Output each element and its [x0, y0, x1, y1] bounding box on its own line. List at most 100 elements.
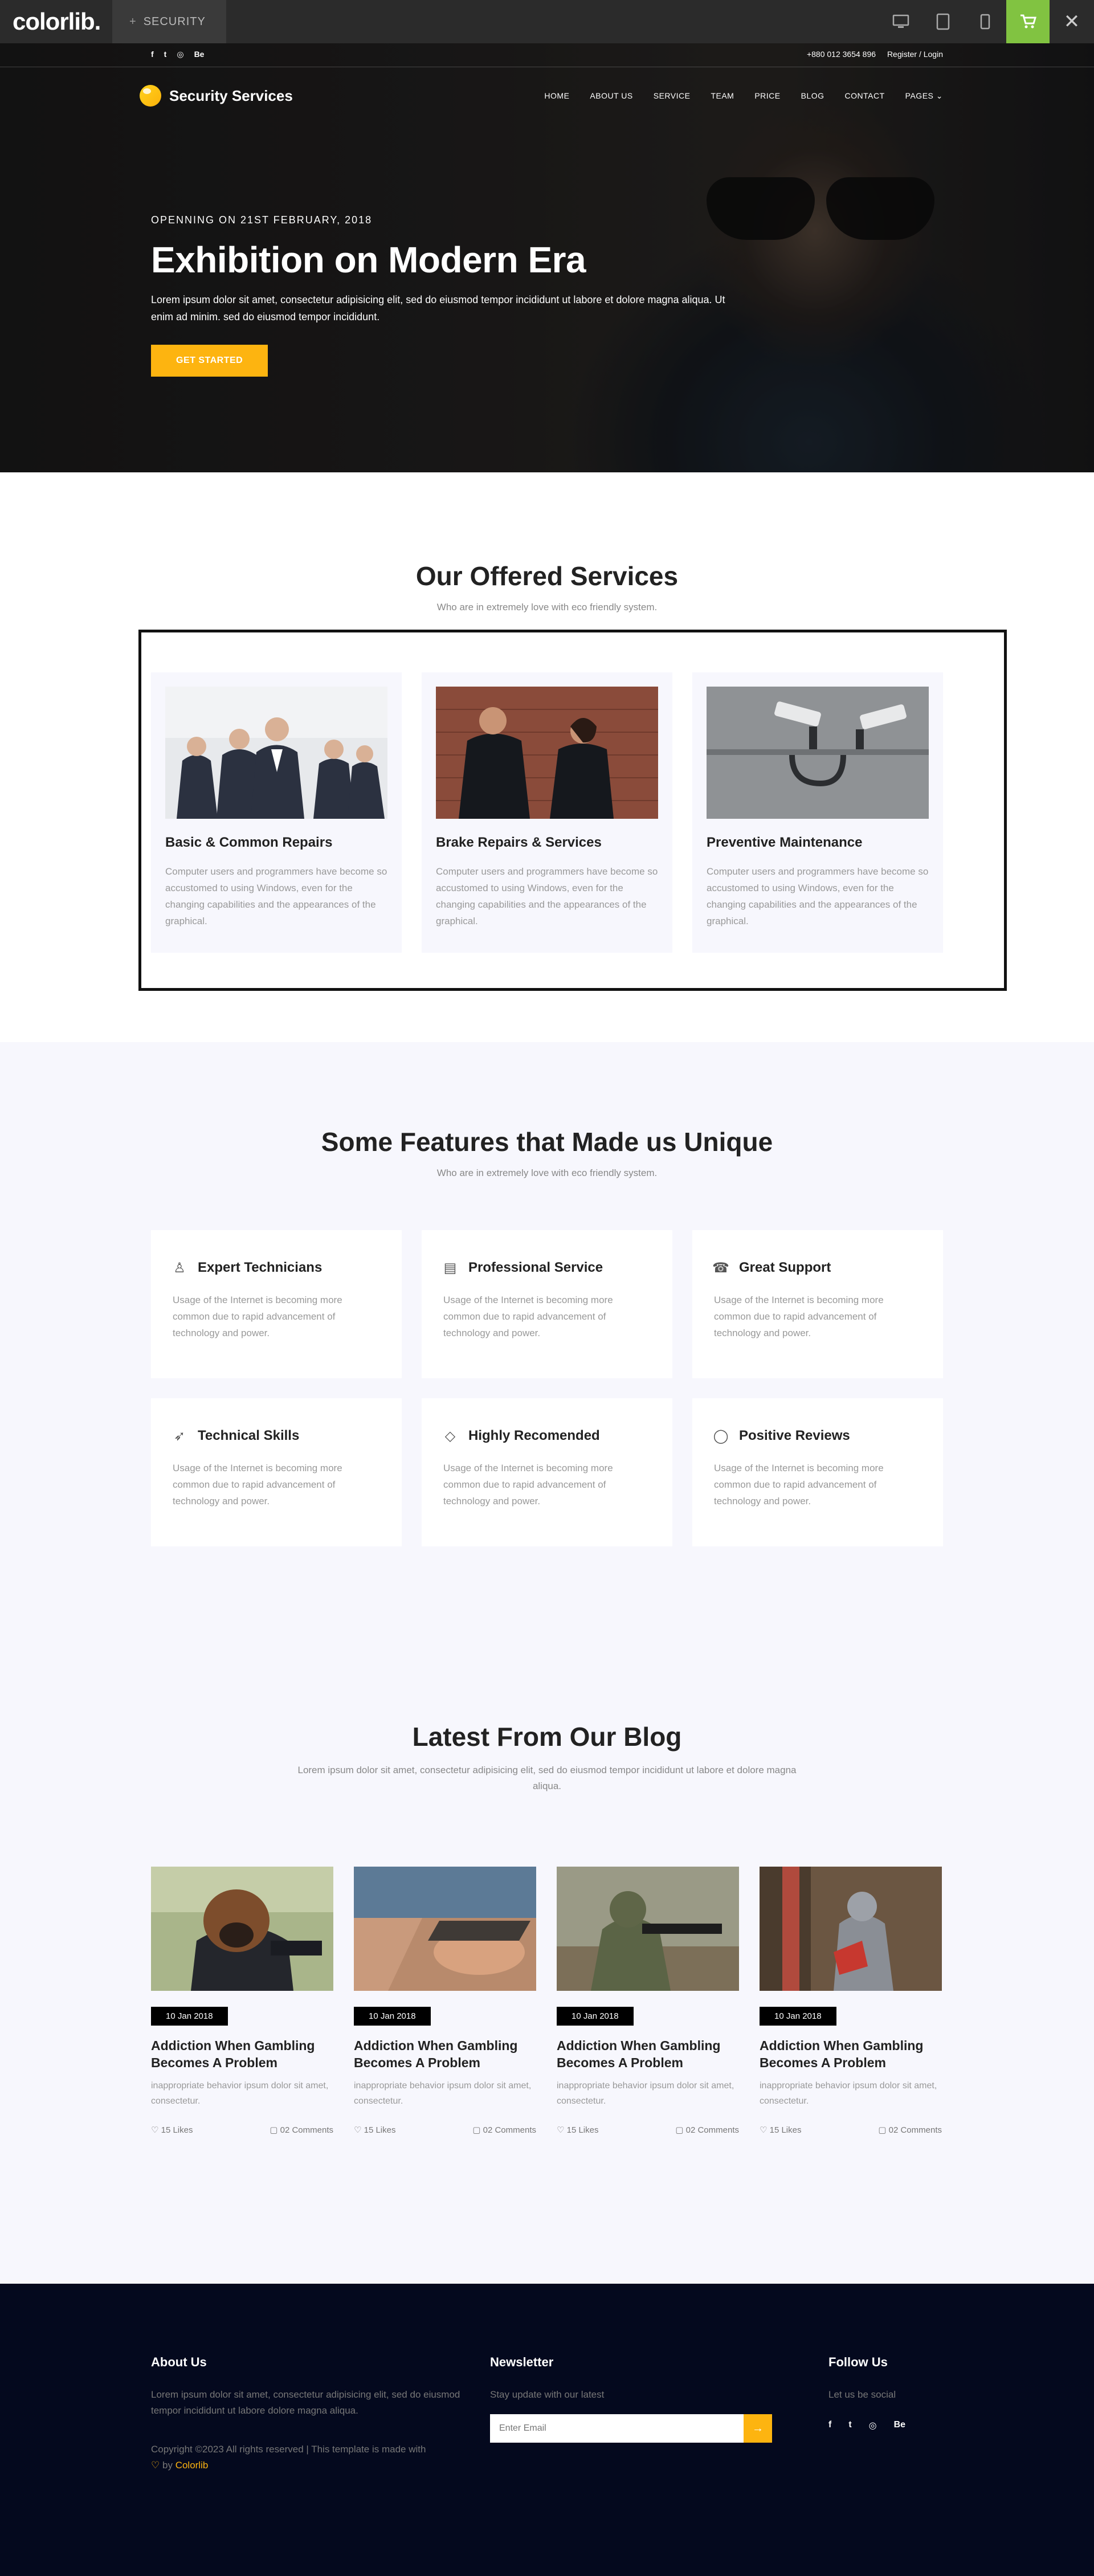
likes-count[interactable]: ♡ 15 Likes	[354, 2125, 395, 2135]
register-login-link[interactable]: Register / Login	[887, 50, 943, 59]
features-subtitle: Who are in extremely love with eco frien…	[436, 1167, 658, 1178]
tablet-icon	[936, 13, 950, 30]
nav-blog[interactable]: BLOG	[801, 91, 824, 101]
nav-home[interactable]: HOME	[544, 91, 569, 101]
mobile-view-button[interactable]	[964, 0, 1006, 43]
get-started-button[interactable]: GET STARTED	[151, 345, 268, 377]
blog-image-knight	[760, 1867, 942, 1991]
user-icon: ♙	[173, 1260, 186, 1276]
behance-icon[interactable]: Be	[894, 2420, 905, 2431]
features-grid: ♙ Expert Technicians Usage of the Intern…	[151, 1230, 943, 1546]
comments-count[interactable]: ▢ 02 Comments	[270, 2125, 333, 2135]
likes-count[interactable]: ♡ 15 Likes	[760, 2125, 801, 2135]
blog-desc: inappropriate behavior ipsum dolor sit a…	[557, 2081, 734, 2106]
feature-desc: Usage of the Internet is becoming more c…	[173, 1295, 342, 1338]
bubble-icon: ◯	[713, 1428, 729, 1444]
desktop-icon	[892, 14, 909, 28]
facebook-icon[interactable]: f	[828, 2420, 831, 2431]
desktop-view-button[interactable]	[880, 0, 922, 43]
footer-about-title: About Us	[151, 2355, 207, 2369]
blog-post-title[interactable]: Addiction When Gambling Becomes A Proble…	[151, 2037, 333, 2071]
hero-content: OPENNING ON 21ST FEBRUARY, 2018 Exhibiti…	[151, 214, 749, 377]
blog-post-title[interactable]: Addiction When Gambling Becomes A Proble…	[760, 2037, 942, 2071]
behance-icon[interactable]: Be	[194, 50, 205, 59]
service-name: Brake Repairs & Services	[436, 835, 602, 850]
main-nav: Security Services HOME ABOUT US SERVICE …	[140, 81, 943, 111]
likes-count[interactable]: ♡ 15 Likes	[151, 2125, 193, 2135]
comments-count[interactable]: ▢ 02 Comments	[675, 2125, 739, 2135]
nav-links: HOME ABOUT US SERVICE TEAM PRICE BLOG CO…	[544, 91, 943, 101]
blog-post-title[interactable]: Addiction When Gambling Becomes A Proble…	[557, 2037, 739, 2071]
mobile-icon	[980, 14, 990, 30]
service-desc: Computer users and programmers have beco…	[707, 866, 929, 926]
top-social-links: f t ◎ Be	[151, 50, 204, 59]
close-bar-button[interactable]: ✕	[1050, 0, 1094, 43]
nav-about[interactable]: ABOUT US	[590, 91, 632, 101]
site-brand[interactable]: Security Services	[140, 85, 293, 107]
demo-bar: colorlib. + SECURITY ✕	[0, 0, 1094, 43]
heart-icon: ♡	[151, 2460, 160, 2471]
subscribe-button[interactable]: →	[744, 2414, 772, 2443]
nav-contact[interactable]: CONTACT	[845, 91, 885, 101]
blog-card[interactable]: 10 Jan 2018 Addiction When Gambling Beco…	[557, 1867, 739, 2135]
facebook-icon[interactable]: f	[151, 50, 154, 59]
blog-subtitle: Lorem ipsum dolor sit amet, consectetur …	[297, 1765, 797, 1791]
comments-count[interactable]: ▢ 02 Comments	[472, 2125, 536, 2135]
feature-card: ◇ Highly Recomended Usage of the Interne…	[422, 1398, 672, 1546]
footer-follow: Follow Us Let us be social f t ◎ Be	[828, 2355, 942, 2431]
blog-card[interactable]: 10 Jan 2018 Addiction When Gambling Beco…	[354, 1867, 536, 2135]
blog-card[interactable]: 10 Jan 2018 Addiction When Gambling Beco…	[151, 1867, 333, 2135]
nav-service[interactable]: SERVICE	[654, 91, 691, 101]
feature-name: Positive Reviews	[739, 1428, 850, 1443]
dribbble-icon[interactable]: ◎	[177, 50, 183, 59]
service-desc: Computer users and programmers have beco…	[436, 866, 658, 926]
blog-card[interactable]: 10 Jan 2018 Addiction When Gambling Beco…	[760, 1867, 942, 2135]
newsletter-text: Stay update with our latest	[490, 2389, 605, 2400]
nav-pages-dropdown[interactable]: PAGES ⌄	[905, 91, 943, 101]
comments-count[interactable]: ▢ 02 Comments	[878, 2125, 942, 2135]
footer-copyright: Copyright ©2023 All rights reserved | Th…	[151, 2442, 470, 2473]
colorlib-logo[interactable]: colorlib.	[0, 0, 112, 43]
services-subtitle: Who are in extremely love with eco frien…	[436, 602, 658, 613]
theme-selector[interactable]: + SECURITY	[112, 0, 226, 43]
hero-section: f t ◎ Be +880 012 3654 896 Register / Lo…	[0, 43, 1094, 472]
service-card[interactable]: Brake Repairs & Services Computer users …	[422, 672, 672, 953]
colorlib-link[interactable]: Colorlib	[175, 2460, 209, 2471]
service-card[interactable]: Preventive Maintenance Computer users an…	[692, 672, 943, 953]
diamond-icon: ◇	[444, 1428, 456, 1444]
feature-desc: Usage of the Internet is becoming more c…	[714, 1295, 884, 1338]
plus-icon: +	[129, 15, 137, 28]
twitter-icon[interactable]: t	[848, 2420, 851, 2431]
top-phone[interactable]: +880 012 3654 896	[807, 50, 876, 59]
feature-name: Great Support	[739, 1260, 831, 1275]
blog-desc: inappropriate behavior ipsum dolor sit a…	[760, 2081, 937, 2106]
likes-count[interactable]: ♡ 15 Likes	[557, 2125, 598, 2135]
footer-about: About Us Lorem ipsum dolor sit amet, con…	[151, 2355, 470, 2473]
feature-card: ◯ Positive Reviews Usage of the Internet…	[692, 1398, 943, 1546]
blog-image-laptop	[354, 1867, 536, 1991]
feature-desc: Usage of the Internet is becoming more c…	[173, 1463, 342, 1507]
tablet-view-button[interactable]	[922, 0, 964, 43]
dribbble-icon[interactable]: ◎	[869, 2420, 877, 2431]
nav-team[interactable]: TEAM	[711, 91, 734, 101]
brand-logo-icon	[140, 85, 161, 107]
nav-price[interactable]: PRICE	[754, 91, 780, 101]
features-section: Some Features that Made us Unique Who ar…	[0, 1042, 1094, 1661]
feature-card: ♙ Expert Technicians Usage of the Intern…	[151, 1230, 402, 1378]
copyright-by: by	[162, 2460, 173, 2471]
hero-subtitle: OPENNING ON 21ST FEBRUARY, 2018	[151, 214, 373, 226]
feature-name: Professional Service	[468, 1260, 603, 1275]
blog-post-title[interactable]: Addiction When Gambling Becomes A Proble…	[354, 2037, 536, 2071]
hero-title: Exhibition on Modern Era	[151, 239, 586, 280]
blog-desc: inappropriate behavior ipsum dolor sit a…	[354, 2081, 532, 2106]
feature-desc: Usage of the Internet is becoming more c…	[443, 1463, 613, 1507]
twitter-icon[interactable]: t	[164, 50, 167, 59]
feature-desc: Usage of the Internet is becoming more c…	[443, 1295, 613, 1338]
service-card[interactable]: Basic & Common Repairs Computer users an…	[151, 672, 402, 953]
license-icon: ▤	[443, 1260, 457, 1276]
features-title: Some Features that Made us Unique	[321, 1127, 773, 1157]
email-field[interactable]	[490, 2414, 744, 2443]
buy-cart-button[interactable]	[1006, 0, 1050, 43]
service-name: Preventive Maintenance	[707, 835, 863, 850]
arrow-right-icon: →	[752, 2422, 764, 2435]
